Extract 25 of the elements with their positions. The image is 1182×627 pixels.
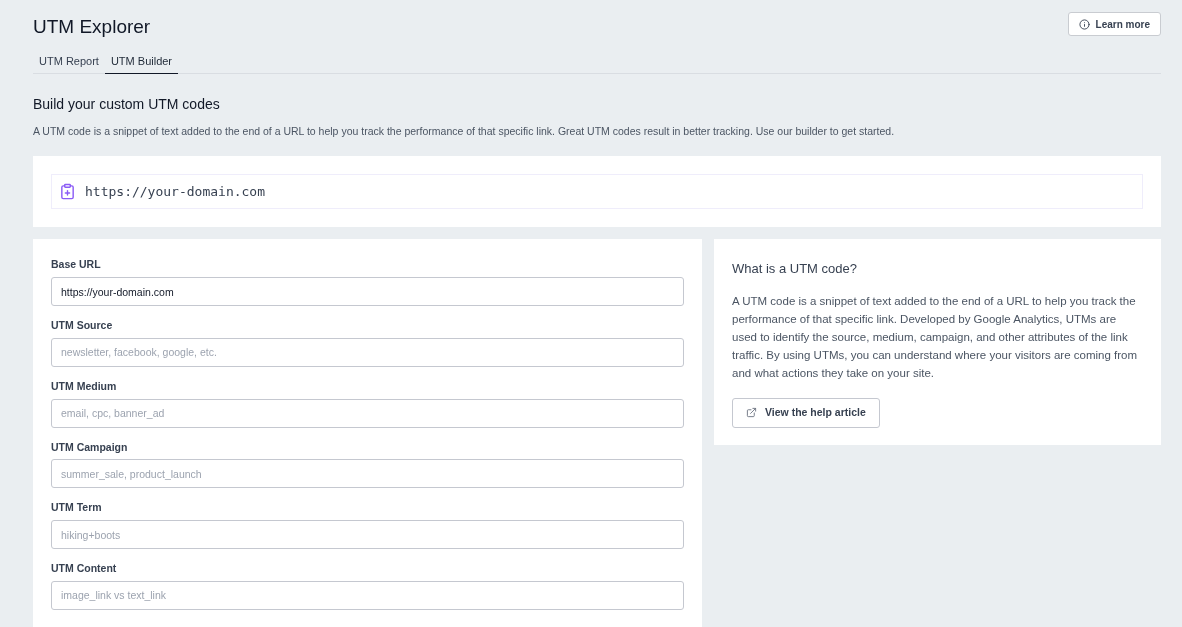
field-label: UTM Source bbox=[51, 318, 114, 333]
input-field[interactable]: email, cpc, banner_ad bbox=[51, 398, 684, 428]
section-heading: Build your custom UTM codes bbox=[33, 94, 221, 114]
external-link-icon bbox=[746, 407, 757, 419]
info-title: What is a UTM code? bbox=[732, 260, 858, 279]
help-article-button[interactable]: View the help article bbox=[732, 397, 880, 428]
input-field[interactable]: https://your-domain.com bbox=[51, 277, 684, 306]
section-description: A UTM code is a snippet of text added to the end of a URL to help you track the performance of that specific link. Great UTM codes result in better tracking. Use our builder to get started. bbox=[33, 123, 896, 139]
learn-more-button[interactable]: Learn more bbox=[1067, 12, 1161, 36]
field-label: UTM Medium bbox=[51, 378, 118, 394]
info-icon bbox=[1078, 18, 1090, 30]
info-text: A UTM code is a snippet of text added to the end of a URL to help you track the performance of that specific link. Developed by Google Analytics, UTMs are used to identify the source, medium, campaign, and other attributes of the link traffic. By using UTMs, you can understand where your visitors are coming from and what actions they take on your site. bbox=[732, 293, 1138, 381]
field-label: UTM Campaign bbox=[51, 439, 129, 455]
tab[interactable]: UTM Report bbox=[33, 49, 105, 74]
input-field[interactable]: hiking+boots bbox=[51, 520, 684, 549]
input-field[interactable]: newsletter, facebook, google, etc. bbox=[51, 337, 684, 367]
field-label: UTM Content bbox=[51, 561, 118, 576]
input-field[interactable]: image_link vs text_link bbox=[51, 580, 684, 610]
field-label: Base URL bbox=[51, 257, 102, 273]
page-title: UTM Explorer bbox=[33, 15, 151, 39]
generated-url: https://your-domain.com bbox=[85, 183, 265, 201]
clipboard-plus-icon bbox=[59, 183, 76, 201]
input-field[interactable]: summer_sale, product_launch bbox=[51, 459, 684, 489]
tab[interactable]: UTM Builder bbox=[104, 49, 179, 74]
field-label: UTM Term bbox=[51, 500, 103, 516]
